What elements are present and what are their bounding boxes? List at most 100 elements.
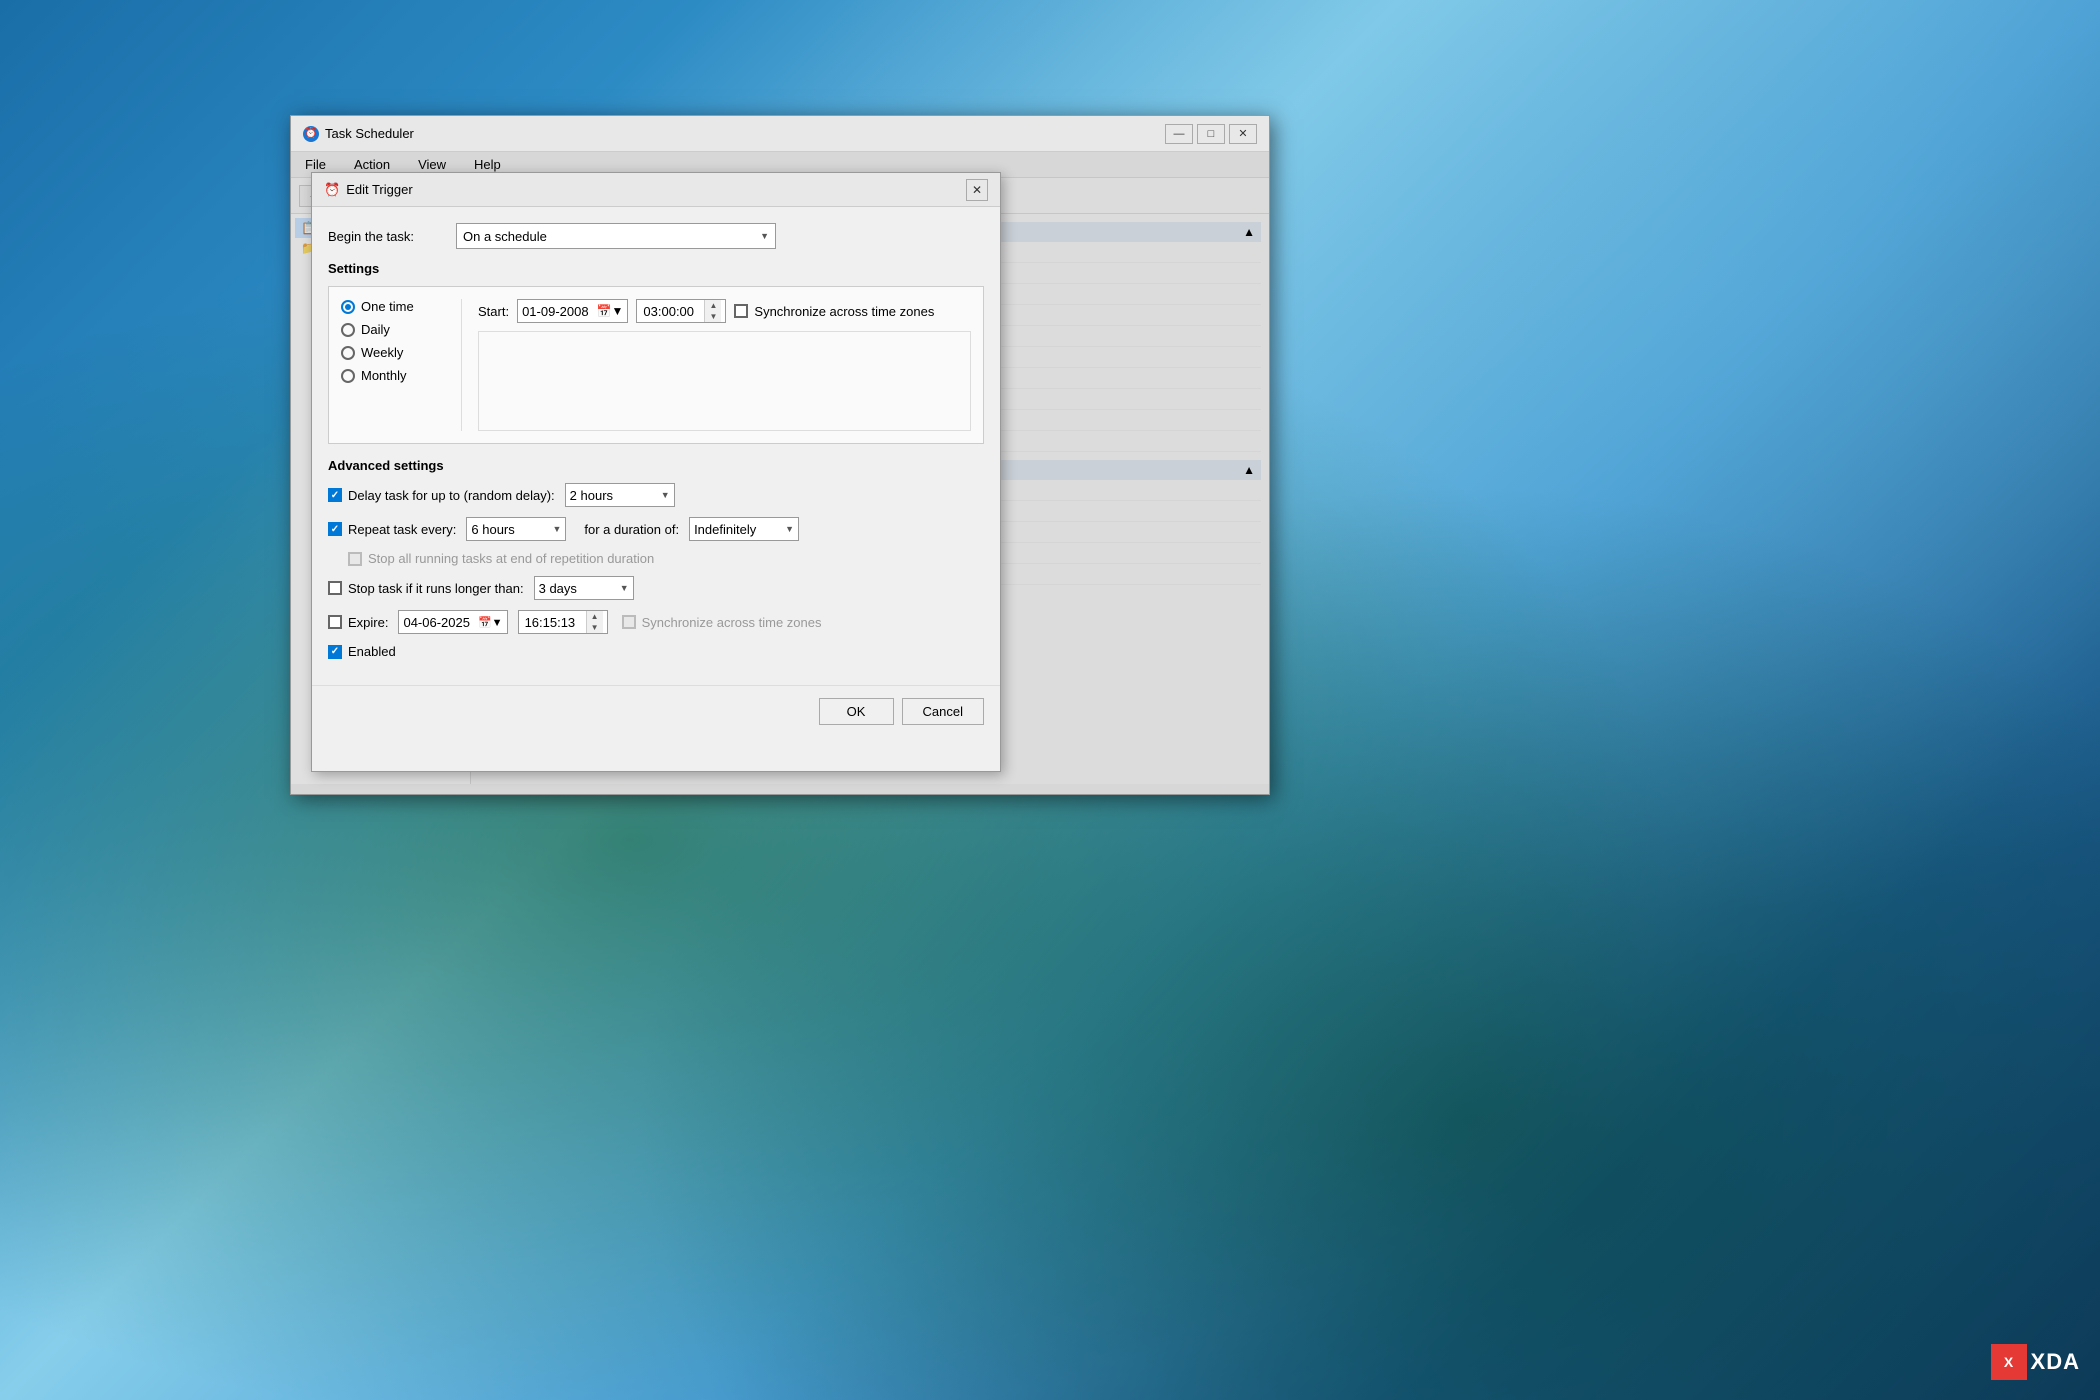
radio-weekly-circle xyxy=(341,346,355,360)
delay-task-value: 2 hours xyxy=(570,488,613,503)
delay-task-arrow: ▼ xyxy=(661,490,670,500)
stop-if-longer-label: Stop task if it runs longer than: xyxy=(348,581,524,596)
radio-weekly[interactable]: Weekly xyxy=(341,345,441,360)
window-titlebar: ⏰ Task Scheduler — □ ✕ xyxy=(291,116,1269,152)
stop-all-running-label: Stop all running tasks at end of repetit… xyxy=(368,551,654,566)
dialog-footer: OK Cancel xyxy=(312,685,1000,737)
window-title: Task Scheduler xyxy=(325,126,414,141)
advanced-section: Advanced settings Delay task for up to (… xyxy=(328,458,984,659)
start-date-value: 01-09-2008 xyxy=(522,304,589,319)
settings-section-title: Settings xyxy=(328,261,984,276)
expire-time-input[interactable]: 16:15:13 ▲ ▼ xyxy=(518,610,608,634)
dialog-close-button[interactable]: ✕ xyxy=(966,179,988,201)
expire-spin-buttons[interactable]: ▲ ▼ xyxy=(586,611,603,633)
expire-sync-checkbox xyxy=(622,615,636,629)
expire-row: Expire: 04-06-2025 📅▼ 16:15:13 ▲ ▼ xyxy=(328,610,984,634)
minimize-button[interactable]: — xyxy=(1165,124,1193,144)
radio-one-time-circle xyxy=(341,300,355,314)
delay-task-row: Delay task for up to (random delay): 2 h… xyxy=(328,483,984,507)
duration-arrow: ▼ xyxy=(785,524,794,534)
dialog-overlay: ⏰ Edit Trigger ✕ Begin the task: On a sc… xyxy=(291,152,1269,794)
schedule-content-area xyxy=(478,331,971,431)
dialog-title: Edit Trigger xyxy=(346,182,412,197)
enabled-checkbox[interactable] xyxy=(328,645,342,659)
sync-timezone-checkbox[interactable] xyxy=(734,304,748,318)
stop-if-longer-row: Stop task if it runs longer than: 3 days… xyxy=(328,576,984,600)
radio-weekly-label: Weekly xyxy=(361,345,403,360)
expire-spin-down[interactable]: ▼ xyxy=(587,622,603,633)
window-controls[interactable]: — □ ✕ xyxy=(1165,124,1257,144)
delay-task-select[interactable]: 2 hours ▼ xyxy=(565,483,675,507)
xda-logo: X XDA xyxy=(1991,1344,2080,1380)
settings-right: Start: 01-09-2008 📅▼ 03:00:00 ▲ ▼ xyxy=(461,299,971,431)
close-button[interactable]: ✕ xyxy=(1229,124,1257,144)
radio-daily[interactable]: Daily xyxy=(341,322,441,337)
dialog-titlebar: ⏰ Edit Trigger ✕ xyxy=(312,173,1000,207)
enabled-label: Enabled xyxy=(348,644,396,659)
begin-task-value: On a schedule xyxy=(463,229,547,244)
repeat-task-checkbox[interactable] xyxy=(328,522,342,536)
expire-spin-up[interactable]: ▲ xyxy=(587,611,603,622)
start-row: Start: 01-09-2008 📅▼ 03:00:00 ▲ ▼ xyxy=(478,299,971,323)
expire-label: Expire: xyxy=(348,615,388,630)
radio-daily-circle xyxy=(341,323,355,337)
delay-task-label: Delay task for up to (random delay): xyxy=(348,488,555,503)
stop-if-longer-value: 3 days xyxy=(539,581,577,596)
stop-all-running-checkbox xyxy=(348,552,362,566)
start-time-input[interactable]: 03:00:00 ▲ ▼ xyxy=(636,299,726,323)
maximize-button[interactable]: □ xyxy=(1197,124,1225,144)
expire-sync-label: Synchronize across time zones xyxy=(642,615,822,630)
stop-if-longer-select[interactable]: 3 days ▼ xyxy=(534,576,634,600)
ok-button[interactable]: OK xyxy=(819,698,894,725)
stop-if-longer-checkbox[interactable] xyxy=(328,581,342,595)
dialog-icon: ⏰ xyxy=(324,182,340,198)
radio-monthly-label: Monthly xyxy=(361,368,407,383)
begin-task-arrow: ▼ xyxy=(760,231,769,241)
enabled-row: Enabled xyxy=(328,644,984,659)
edit-trigger-dialog: ⏰ Edit Trigger ✕ Begin the task: On a sc… xyxy=(311,172,1001,772)
stop-all-running-row: Stop all running tasks at end of repetit… xyxy=(348,551,984,566)
task-scheduler-window: ⏰ Task Scheduler — □ ✕ File Action View … xyxy=(290,115,1270,795)
delay-task-checkbox[interactable] xyxy=(328,488,342,502)
repeat-task-select[interactable]: 6 hours ▼ xyxy=(466,517,566,541)
expire-checkbox[interactable] xyxy=(328,615,342,629)
xda-box-text: X xyxy=(2004,1354,2013,1370)
xda-box: X xyxy=(1991,1344,2027,1380)
time-spin-buttons[interactable]: ▲ ▼ xyxy=(704,300,721,322)
xda-text: XDA xyxy=(2031,1349,2080,1375)
expire-date-input[interactable]: 04-06-2025 📅▼ xyxy=(398,610,507,634)
cancel-button[interactable]: Cancel xyxy=(902,698,984,725)
start-time-value: 03:00:00 xyxy=(641,304,704,319)
stop-longer-arrow: ▼ xyxy=(620,583,629,593)
radio-one-time[interactable]: One time xyxy=(341,299,441,314)
repeat-task-label: Repeat task every: xyxy=(348,522,456,537)
repeat-task-value: 6 hours xyxy=(471,522,514,537)
dialog-body: Begin the task: On a schedule ▼ Settings… xyxy=(312,207,1000,685)
repeat-task-arrow: ▼ xyxy=(552,524,561,534)
advanced-title: Advanced settings xyxy=(328,458,984,473)
window-icon: ⏰ xyxy=(303,126,319,142)
begin-task-select[interactable]: On a schedule ▼ xyxy=(456,223,776,249)
expire-calendar-icon[interactable]: 📅▼ xyxy=(478,616,503,629)
duration-select[interactable]: Indefinitely ▼ xyxy=(689,517,799,541)
duration-value: Indefinitely xyxy=(694,522,756,537)
expire-date-value: 04-06-2025 xyxy=(403,615,470,630)
settings-box: One time Daily Weekly Monthly xyxy=(328,286,984,444)
duration-label: for a duration of: xyxy=(584,522,679,537)
radio-monthly-circle xyxy=(341,369,355,383)
time-spin-down[interactable]: ▼ xyxy=(705,311,721,322)
begin-task-row: Begin the task: On a schedule ▼ xyxy=(328,223,984,249)
start-date-input[interactable]: 01-09-2008 📅▼ xyxy=(517,299,628,323)
start-label: Start: xyxy=(478,304,509,319)
sync-timezone-row: Synchronize across time zones xyxy=(734,304,934,319)
repeat-task-row: Repeat task every: 6 hours ▼ for a durat… xyxy=(328,517,984,541)
expire-time-value: 16:15:13 xyxy=(523,615,586,630)
time-spin-up[interactable]: ▲ xyxy=(705,300,721,311)
radio-group: One time Daily Weekly Monthly xyxy=(341,299,441,431)
radio-one-time-label: One time xyxy=(361,299,414,314)
begin-task-label: Begin the task: xyxy=(328,229,448,244)
calendar-icon[interactable]: 📅▼ xyxy=(597,304,624,318)
radio-daily-label: Daily xyxy=(361,322,390,337)
sync-timezone-label: Synchronize across time zones xyxy=(754,304,934,319)
radio-monthly[interactable]: Monthly xyxy=(341,368,441,383)
